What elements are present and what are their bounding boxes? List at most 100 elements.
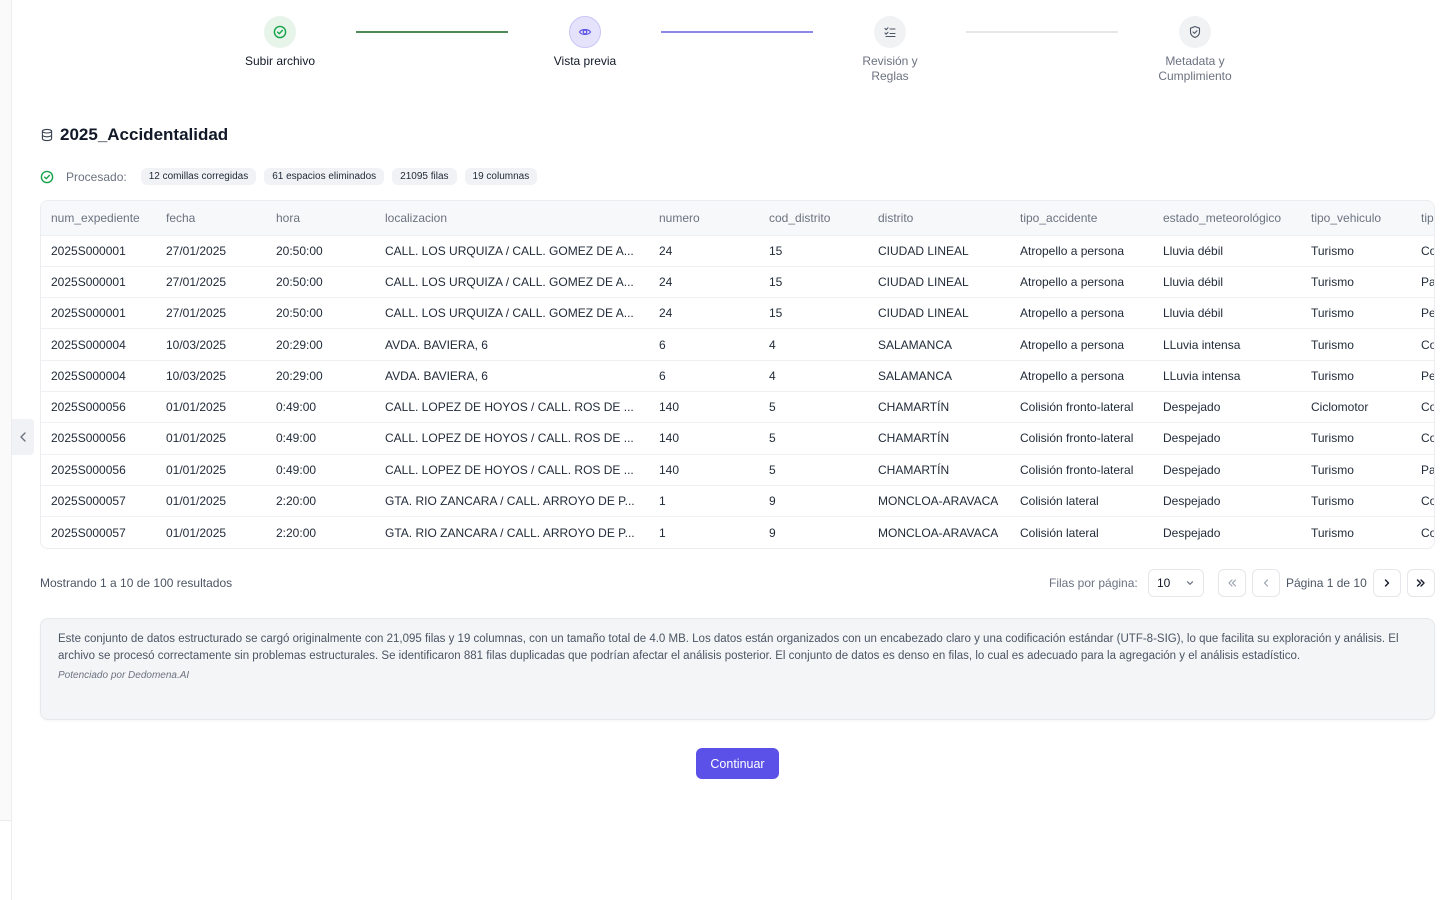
table-row[interactable]: 2025S000056 01/01/2025 0:49:00 CALL. LOPEZ … — [41, 422, 1434, 455]
table-cell: 140 — [649, 422, 759, 455]
table-cell: 24 — [649, 297, 759, 329]
table-row[interactable]: 2025S000056 01/01/2025 0:49:00 CALL. LOPEZ … — [41, 390, 1434, 423]
table-cell: Despejado — [1153, 422, 1301, 455]
table-cell: 15 — [759, 234, 868, 267]
table-row[interactable]: 2025S000001 27/01/2025 20:50:00 CALL. LOS U… — [41, 234, 1434, 267]
table-cell: 1 — [649, 484, 759, 517]
table-cell: Colisión fronto-lateral — [1010, 422, 1153, 455]
table-cell: Co — [1411, 422, 1434, 455]
continue-button[interactable]: Continuar — [696, 748, 779, 779]
table-cell: 01/01/2025 — [156, 390, 266, 423]
column-header[interactable]: numero — [649, 201, 759, 235]
table-cell: 01/01/2025 — [156, 422, 266, 455]
table-cell: 20:29:00 — [266, 328, 375, 361]
table-cell: Co — [1411, 516, 1434, 548]
column-header[interactable]: num_expediente — [41, 201, 156, 235]
step-revision-reglas[interactable]: Revisión y Reglas — [810, 16, 970, 84]
table-cell: SALAMANCA — [868, 328, 1010, 361]
table-cell: LLuvia intensa — [1153, 328, 1301, 361]
column-header[interactable]: tipo_accidente — [1010, 201, 1153, 235]
table-cell: Co — [1411, 390, 1434, 423]
last-page-button[interactable] — [1407, 569, 1435, 597]
table-row[interactable]: 2025S000004 10/03/2025 20:29:00 AVDA. BAVIE… — [41, 328, 1434, 361]
previous-page-button[interactable] — [1252, 569, 1280, 597]
table-cell: Colisión lateral — [1010, 516, 1153, 548]
column-header[interactable]: cod_distrito — [759, 201, 868, 235]
column-header[interactable]: distrito — [868, 201, 1010, 235]
table-cell: GTA. RIO ZANCARA / CALL. ARROYO DE P... — [375, 516, 649, 548]
table-cell: 6 — [649, 328, 759, 361]
table-row[interactable]: 2025S000004 10/03/2025 20:29:00 AVDA. BAVIE… — [41, 359, 1434, 392]
table-cell: 15 — [759, 265, 868, 298]
step-label: Revisión y Reglas — [862, 54, 918, 83]
table-cell: 24 — [649, 265, 759, 298]
table-row[interactable]: 2025S000057 01/01/2025 2:20:00 GTA. RIO ZAN… — [41, 484, 1434, 517]
table-row[interactable]: 2025S000001 27/01/2025 20:50:00 CALL. LOS U… — [41, 297, 1434, 329]
table-cell: 2:20:00 — [266, 484, 375, 517]
table-cell: 2025S000056 — [41, 453, 156, 486]
rows-per-page-value: 10 — [1157, 576, 1171, 590]
step-subir-archivo[interactable]: Subir archivo — [200, 16, 360, 69]
table-cell: 2025S000001 — [41, 265, 156, 298]
table-cell: Despejado — [1153, 453, 1301, 486]
table-cell: Turismo — [1301, 234, 1411, 267]
table-cell: CHAMARTÍN — [868, 390, 1010, 423]
table-cell: 2025S000001 — [41, 234, 156, 267]
column-header[interactable]: tipo_vehiculo — [1301, 201, 1411, 235]
table-cell: 01/01/2025 — [156, 484, 266, 517]
table-cell: Pe — [1411, 359, 1434, 392]
table-cell: Colisión lateral — [1010, 484, 1153, 517]
table-cell: Pe — [1411, 297, 1434, 329]
table-cell: CHAMARTÍN — [868, 422, 1010, 455]
table-cell: Despejado — [1153, 390, 1301, 423]
table-cell: 0:49:00 — [266, 453, 375, 486]
next-page-button[interactable] — [1373, 569, 1401, 597]
sidebar-collapse-button[interactable] — [12, 419, 34, 455]
table-cell: 20:50:00 — [266, 297, 375, 329]
column-header[interactable]: localizacion — [375, 201, 649, 235]
chevron-left-icon — [20, 432, 26, 442]
column-header[interactable]: tip — [1411, 201, 1434, 235]
table-cell: 15 — [759, 297, 868, 329]
dataset-title: 2025_Accidentalidad — [40, 125, 228, 145]
table-row[interactable]: 2025S000001 27/01/2025 20:50:00 CALL. LOS U… — [41, 265, 1434, 298]
step-metadata-cumplimiento[interactable]: Metadata y Cumplimiento — [1115, 16, 1275, 84]
table-cell: CALL. LOS URQUIZA / CALL. GOMEZ DE A... — [375, 234, 649, 267]
table-row[interactable]: 2025S000056 01/01/2025 0:49:00 CALL. LOPEZ … — [41, 453, 1434, 486]
first-page-button[interactable] — [1218, 569, 1246, 597]
chevrons-left-icon — [1228, 579, 1237, 587]
table-cell: CALL. LOPEZ DE HOYOS / CALL. ROS DE ... — [375, 453, 649, 486]
page-indicator: Página 1 de 10 — [1286, 576, 1367, 590]
table-cell: CALL. LOS URQUIZA / CALL. GOMEZ DE A... — [375, 297, 649, 329]
table-cell: 2025S000056 — [41, 390, 156, 423]
table-cell: CALL. LOS URQUIZA / CALL. GOMEZ DE A... — [375, 265, 649, 298]
column-header[interactable]: estado_meteorológico — [1153, 201, 1301, 235]
chip-spaces-removed: 61 espacios eliminados — [264, 168, 385, 185]
table-cell: CALL. LOPEZ DE HOYOS / CALL. ROS DE ... — [375, 422, 649, 455]
column-header[interactable]: hora — [266, 201, 375, 235]
table-cell: CIUDAD LINEAL — [868, 297, 1010, 329]
table-cell: Turismo — [1301, 484, 1411, 517]
table-cell: 4 — [759, 359, 868, 392]
table-cell: 9 — [759, 516, 868, 548]
rows-per-page-select[interactable]: 10 — [1148, 569, 1204, 597]
stepper-connector-1 — [356, 31, 508, 33]
table-cell: SALAMANCA — [868, 359, 1010, 392]
table-cell: 6 — [649, 359, 759, 392]
step-label: Metadata y Cumplimiento — [1158, 54, 1232, 83]
table-cell: Despejado — [1153, 516, 1301, 548]
table-cell: Turismo — [1301, 359, 1411, 392]
table-cell: 2:20:00 — [266, 516, 375, 548]
table-cell: Turismo — [1301, 297, 1411, 329]
table-row[interactable]: 2025S000057 01/01/2025 2:20:00 GTA. RIO ZAN… — [41, 516, 1434, 548]
step-vista-previa[interactable]: Vista previa — [505, 16, 665, 69]
column-header[interactable]: fecha — [156, 201, 266, 235]
data-preview-table[interactable]: num_expediente fecha hora localizacion numer… — [40, 200, 1435, 549]
table-cell: Atropello a persona — [1010, 359, 1153, 392]
dataset-name: 2025_Accidentalidad — [60, 125, 229, 144]
table-cell: 20:50:00 — [266, 265, 375, 298]
table-cell: Turismo — [1301, 422, 1411, 455]
table-cell: Turismo — [1301, 265, 1411, 298]
chevron-right-icon — [1384, 579, 1390, 587]
step-label: Vista previa — [553, 54, 617, 68]
